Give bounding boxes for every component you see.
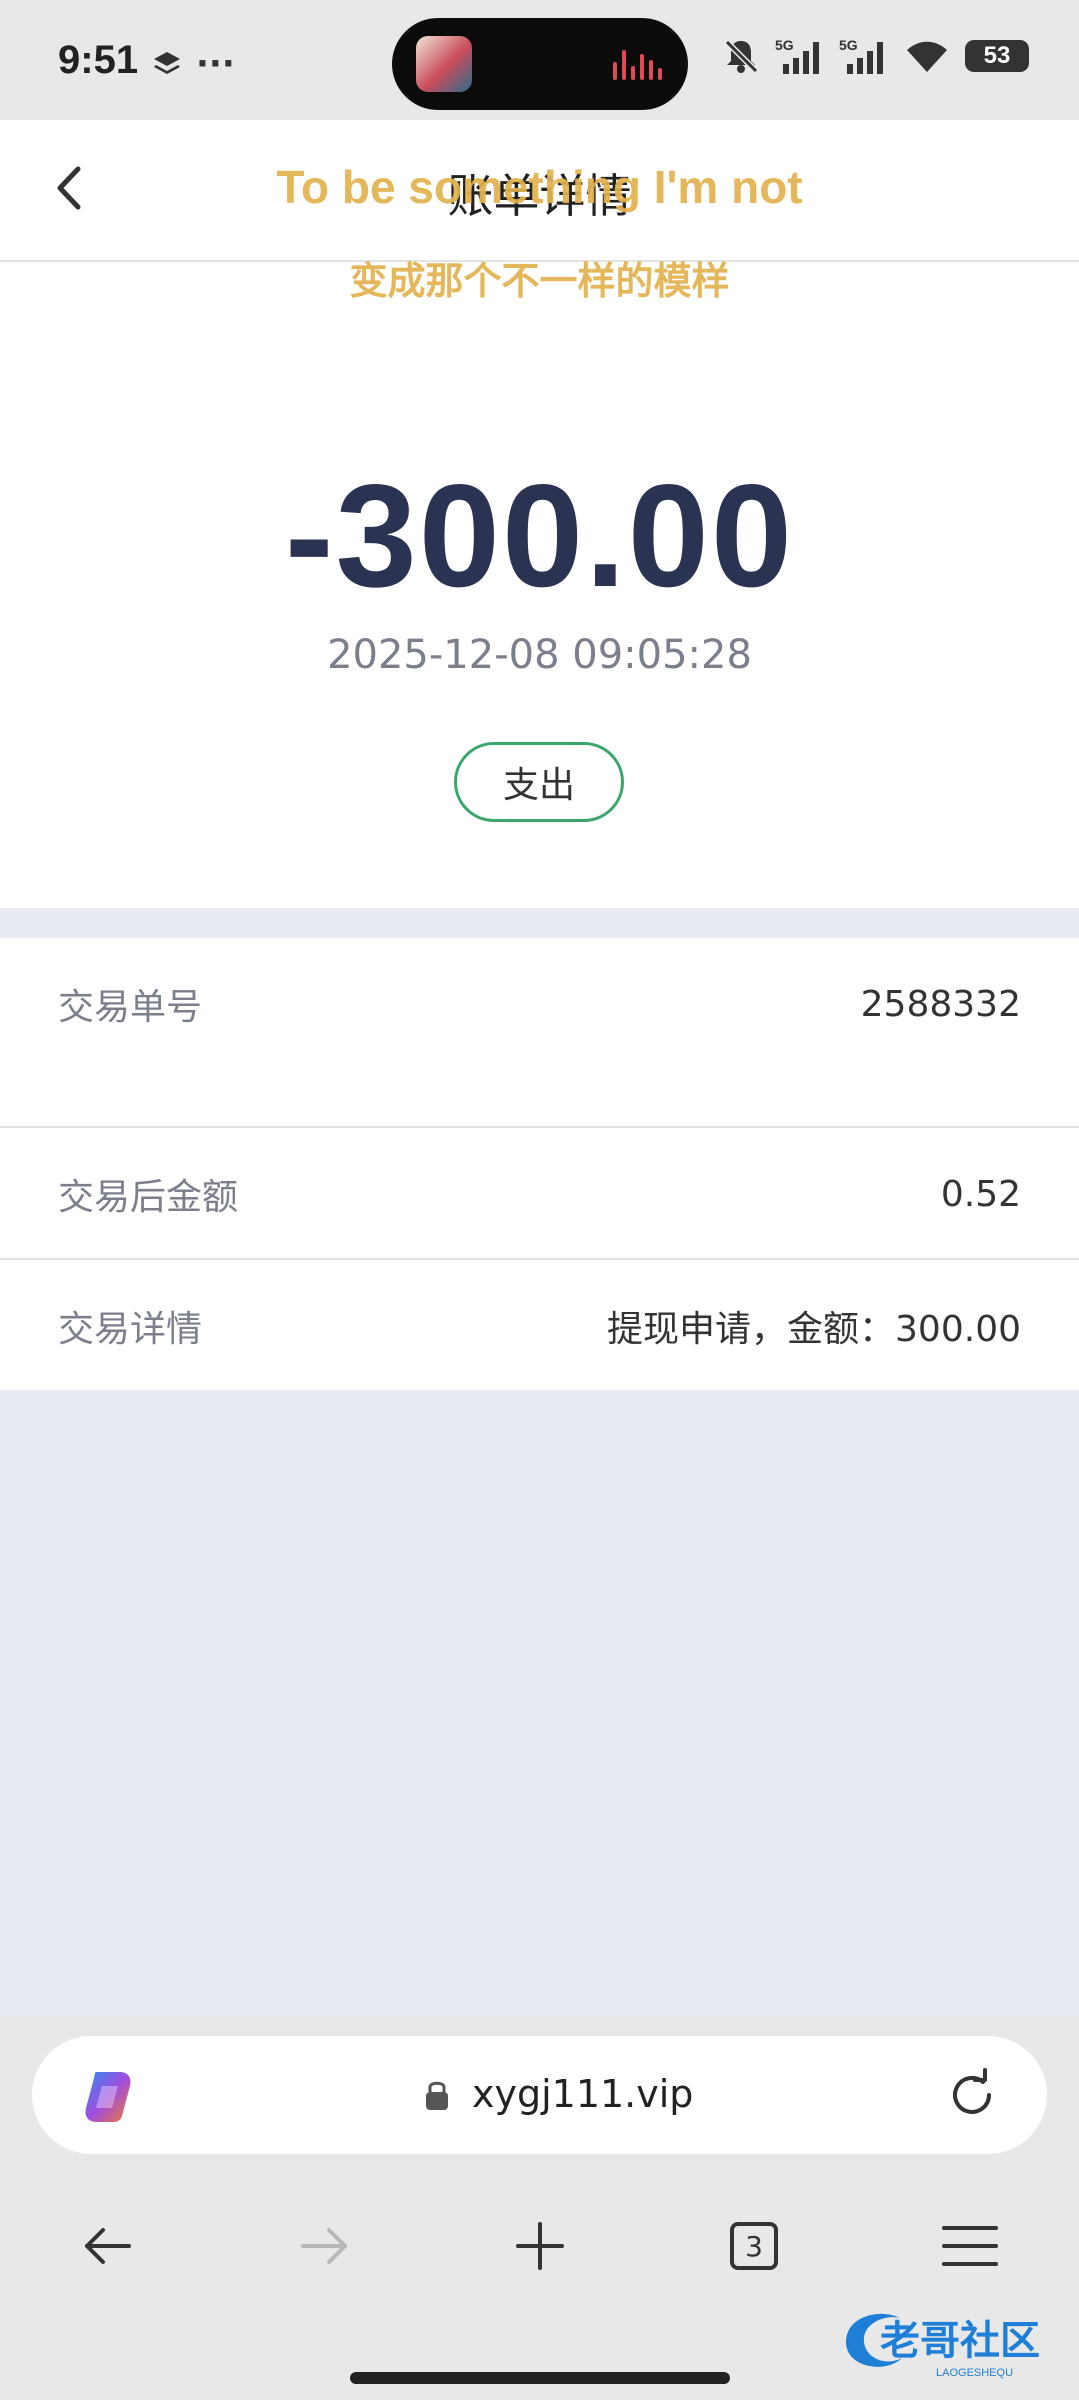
audio-wave-icon bbox=[613, 48, 662, 80]
watermark-text: 老哥社区 bbox=[880, 2318, 1040, 2364]
detail-label: 交易详情 bbox=[58, 1309, 203, 1350]
forward-nav-button[interactable] bbox=[284, 2206, 364, 2286]
detail-label: 交易单号 bbox=[58, 987, 203, 1028]
battery-indicator: 53 bbox=[965, 40, 1029, 72]
svg-text:5G: 5G bbox=[775, 37, 794, 53]
arrow-right-icon bbox=[301, 2228, 347, 2264]
tabs-button[interactable]: 3 bbox=[714, 2206, 794, 2286]
amount-section: -300.00 2025-12-08 09:05:28 支出 bbox=[0, 262, 1079, 908]
status-bar: 9:51 ··· 5G 5G 53 bbox=[0, 0, 1079, 120]
more-indicator: ··· bbox=[196, 44, 235, 84]
lyrics-overlay-line2: 变成那个不一样的模样 bbox=[349, 259, 730, 303]
lyrics-overlay-line1: To be something I'm not bbox=[276, 161, 803, 213]
hamburger-menu-icon bbox=[942, 2226, 998, 2266]
wifi-icon bbox=[907, 41, 947, 72]
watermark-subtext: LAOGESHEQU bbox=[936, 2367, 1013, 2379]
bell-off-icon bbox=[724, 39, 759, 74]
detail-value: 0.52 bbox=[940, 1173, 1021, 1215]
copilot-icon[interactable] bbox=[78, 2066, 138, 2126]
signal-5g-icon: 5G bbox=[775, 37, 819, 74]
svg-text:5G: 5G bbox=[839, 37, 858, 53]
detail-value: 2588332 bbox=[860, 983, 1021, 1025]
detail-row-balance-after: 交易后金额 0.52 bbox=[0, 1128, 1079, 1260]
url-text[interactable]: xygj111.vip bbox=[472, 2072, 693, 2116]
transaction-type-badge: 支出 bbox=[454, 742, 624, 822]
plus-icon bbox=[516, 2222, 564, 2270]
layers-icon bbox=[154, 52, 180, 74]
status-time: 9:51 bbox=[58, 38, 139, 82]
signal-5g-icon-2: 5G bbox=[839, 37, 883, 74]
menu-button[interactable] bbox=[930, 2206, 1010, 2286]
dragon-logo-icon: 老哥社区 LAOGESHEQU bbox=[846, 2313, 1040, 2379]
transaction-amount: -300.00 bbox=[284, 454, 795, 617]
tabs-count-icon: 3 bbox=[730, 2222, 778, 2270]
detail-value: 提现申请，金额：300.00 bbox=[607, 1309, 1021, 1350]
home-indicator[interactable] bbox=[350, 2372, 730, 2384]
back-nav-button[interactable] bbox=[68, 2206, 148, 2286]
detail-row-description: 交易详情 提现申请，金额：300.00 bbox=[0, 1260, 1079, 1392]
detail-row-order-id: 交易单号 2588332 bbox=[0, 938, 1079, 1070]
detail-label: 交易后金额 bbox=[58, 1177, 239, 1218]
tab-count: 3 bbox=[745, 2229, 763, 2263]
arrow-left-icon bbox=[85, 2228, 131, 2264]
browser-nav-row: 3 bbox=[0, 2186, 1079, 2306]
dynamic-island[interactable] bbox=[392, 18, 688, 110]
new-tab-button[interactable] bbox=[500, 2206, 580, 2286]
music-album-icon bbox=[416, 36, 472, 92]
address-bar[interactable]: xygj111.vip bbox=[32, 2036, 1047, 2154]
reload-icon[interactable] bbox=[943, 2066, 1001, 2124]
lock-icon bbox=[426, 2081, 448, 2110]
transaction-details: 交易单号 2588332 交易后金额 0.52 交易详情 提现申请，金额：300… bbox=[0, 938, 1079, 1390]
watermark-logo: 老哥社区 LAOGESHEQU bbox=[840, 2302, 1070, 2382]
transaction-datetime: 2025-12-08 09:05:28 bbox=[327, 632, 752, 678]
